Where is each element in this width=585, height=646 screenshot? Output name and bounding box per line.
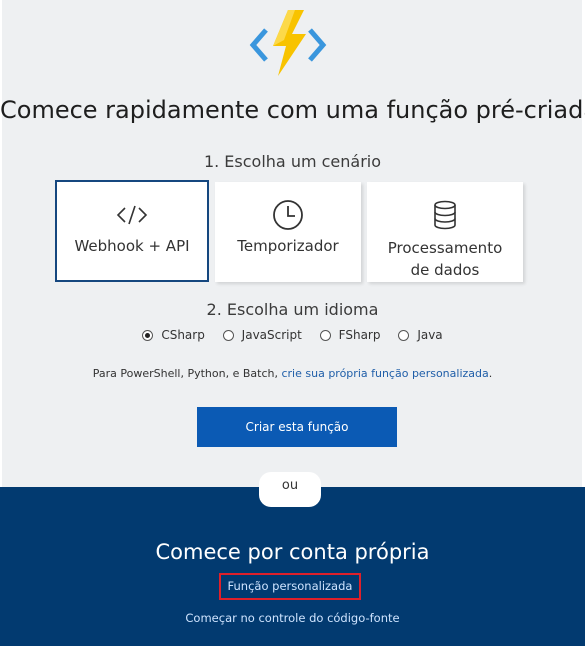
source-control-link[interactable]: Começar no controle do código-fonte [0, 611, 585, 625]
scenario-label-timer: Temporizador [237, 237, 339, 255]
radio-java[interactable]: Java [398, 328, 443, 342]
radio-javascript[interactable]: JavaScript [222, 328, 302, 342]
create-function-button[interactable]: Criar esta função [197, 407, 397, 447]
scenario-card-data-processing[interactable]: Processamento de dados [367, 182, 523, 282]
radio-button-fsharp[interactable] [319, 329, 331, 341]
step-2-label: 2. Escolha um idioma [206, 300, 379, 319]
scenario-label-data-processing-2: de dados [410, 261, 480, 279]
or-divider: ou [259, 472, 321, 507]
radio-label-fsharp: FSharp [338, 328, 381, 342]
radio-label-csharp: CSharp [161, 328, 205, 342]
custom-function-note: Para PowerShell, Python, e Batch, crie s… [0, 367, 585, 380]
code-brackets-icon [116, 205, 148, 225]
note-text: Para PowerShell, Python, e Batch, [92, 367, 282, 380]
azure-functions-logo-icon [249, 10, 327, 76]
radio-button-java[interactable] [398, 329, 410, 341]
scenario-label-webhook-api: Webhook + API [74, 237, 190, 255]
start-on-own-title: Comece por conta própria [155, 540, 430, 564]
scenario-label-data-processing-1: Processamento [387, 239, 503, 257]
radio-csharp[interactable]: CSharp [142, 328, 205, 342]
note-suffix: . [488, 367, 493, 380]
step-1-label: 1. Escolha um cenário [203, 152, 382, 171]
radio-label-java: Java [417, 328, 443, 342]
language-radio-group: CSharp JavaScript FSharp Java [0, 328, 585, 344]
database-icon [434, 200, 456, 230]
radio-label-javascript: JavaScript [241, 328, 302, 342]
radio-fsharp[interactable]: FSharp [319, 328, 381, 342]
create-custom-function-link[interactable]: crie sua própria função personalizada [281, 367, 488, 380]
left-edge [0, 0, 2, 487]
scenario-card-timer[interactable]: Temporizador [215, 182, 361, 282]
radio-button-javascript[interactable] [222, 329, 234, 341]
scenario-card-webhook-api[interactable]: Webhook + API [55, 180, 209, 282]
page-title: Comece rapidamente com uma função pré-cr… [0, 96, 585, 124]
custom-function-link[interactable]: Função personalizada [219, 573, 361, 600]
clock-icon [273, 200, 303, 230]
radio-button-csharp[interactable] [142, 329, 154, 341]
